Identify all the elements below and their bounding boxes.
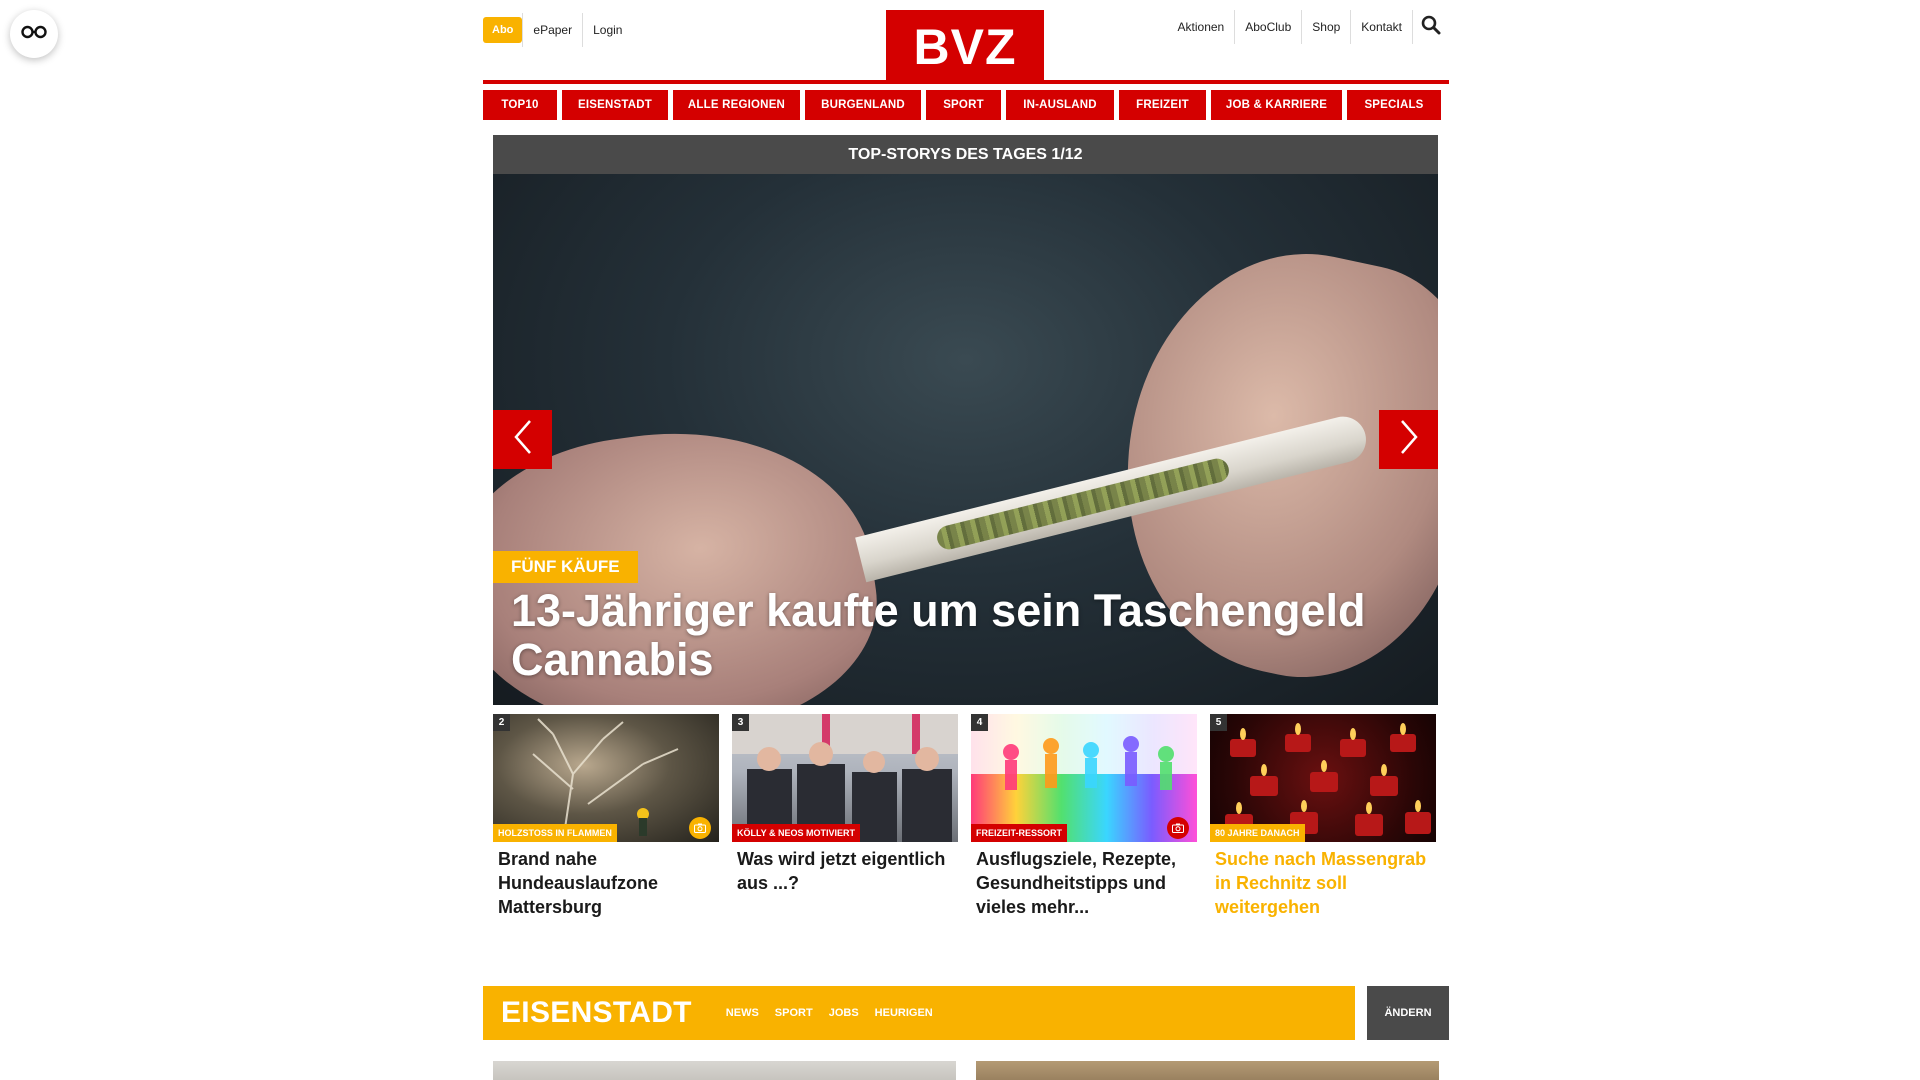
aktionen-link[interactable]: Aktionen [1168, 10, 1236, 44]
story-kicker: KÖLLY & NEOS MOTIVIERT [732, 824, 861, 842]
page-container: Abo ePaper Login BVZ Aktionen AboClub Sh… [483, 0, 1449, 1080]
region-teaser-image[interactable] [493, 1061, 956, 1080]
slider-prev-button[interactable] [493, 410, 552, 469]
story-card[interactable]: 3 KÖLLY & NEOS MOTIVIERT Was wird jetzt … [732, 714, 958, 919]
region-title[interactable]: EISENSTADT [483, 996, 692, 1030]
camera-icon [1167, 817, 1189, 839]
story-card[interactable]: 5 80 JAHRE DANACH Suche nach Massengrab … [1210, 714, 1436, 919]
region-link-news[interactable]: NEWS [726, 1007, 759, 1019]
nav-item-eisenstadt[interactable]: EISENSTADT [562, 90, 668, 120]
nav-item-top10[interactable]: TOP10 [483, 90, 557, 120]
story-rank: 2 [493, 714, 510, 731]
chevron-left-icon [513, 419, 533, 460]
nav-item-in-ausland[interactable]: IN-AUSLAND [1006, 90, 1114, 120]
hero-kicker: FÜNF KÄUFE [493, 551, 638, 583]
header-left-links: Abo ePaper Login [483, 13, 632, 47]
story-rank: 3 [732, 714, 749, 731]
search-icon [1421, 15, 1441, 40]
nav-item-burgenland[interactable]: BURGENLAND [805, 90, 921, 120]
story-kicker: HOLZSTOSS IN FLAMMEN [493, 824, 617, 842]
nav-item-freizeit[interactable]: FREIZEIT [1119, 90, 1206, 120]
story-image[interactable]: 2 HOLZSTOSS IN FLAMMEN [493, 714, 719, 842]
story-rank: 4 [971, 714, 988, 731]
region-teaser-image[interactable] [976, 1061, 1439, 1080]
camera-icon [689, 817, 711, 839]
story-rank: 5 [1210, 714, 1227, 731]
region-link-jobs[interactable]: JOBS [829, 1007, 859, 1019]
story-image[interactable]: 4 FREIZEIT-RESSORT [971, 714, 1197, 842]
story-card[interactable]: 4 FREIZEIT-RESSORT Ausflugsziele, Rezept… [971, 714, 1197, 919]
header-right-links: Aktionen AboClub Shop Kontakt [1168, 10, 1449, 44]
epaper-link[interactable]: ePaper [522, 13, 582, 47]
nav-item-alle-regionen[interactable]: ALLE REGIONEN [673, 90, 800, 120]
shop-link[interactable]: Shop [1302, 10, 1352, 44]
abo-button[interactable]: Abo [483, 17, 523, 43]
region-teasers [493, 1061, 1439, 1080]
hero-headline[interactable]: 13-Jähriger kaufte um sein Taschengeld C… [511, 586, 1411, 684]
story-kicker: 80 JAHRE DANACH [1210, 824, 1305, 842]
search-button[interactable] [1413, 10, 1449, 44]
story-image[interactable]: 3 KÖLLY & NEOS MOTIVIERT [732, 714, 958, 842]
nav-item-job-karriere[interactable]: JOB & KARRIERE [1211, 90, 1342, 120]
region-section: EISENSTADT NEWS SPORT JOBS HEURIGEN ÄNDE… [483, 986, 1449, 1040]
region-bar: EISENSTADT NEWS SPORT JOBS HEURIGEN [483, 986, 1355, 1040]
top-stories-slider: TOP-STORYS DES TAGES 1/12 FÜNF KÄUFE 13-… [493, 135, 1438, 705]
region-link-sport[interactable]: SPORT [775, 1007, 813, 1019]
story-cards: 2 HOLZSTOSS IN FLAMMEN Brand nahe Hundea… [493, 714, 1439, 919]
slider-next-button[interactable] [1379, 410, 1438, 469]
glasses-icon [21, 25, 47, 44]
chevron-right-icon [1399, 419, 1419, 460]
accessibility-button[interactable] [10, 10, 58, 58]
story-title[interactable]: Ausflugsziele, Rezepte, Gesundheitstipps… [971, 842, 1197, 919]
aboclub-link[interactable]: AboClub [1235, 10, 1303, 44]
main-nav: TOP10 EISENSTADT ALLE REGIONEN BURGENLAN… [483, 90, 1449, 120]
nav-item-sport[interactable]: SPORT [926, 90, 1001, 120]
change-region-button[interactable]: ÄNDERN [1367, 986, 1449, 1040]
story-image[interactable]: 5 80 JAHRE DANACH [1210, 714, 1436, 842]
header: Abo ePaper Login BVZ Aktionen AboClub Sh… [483, 0, 1449, 84]
kontakt-link[interactable]: Kontakt [1351, 10, 1413, 44]
nav-item-specials[interactable]: SPECIALS [1347, 90, 1441, 120]
story-title[interactable]: Brand nahe Hundeauslaufzone Mattersburg [493, 842, 719, 919]
story-title[interactable]: Was wird jetzt eigentlich aus ...? [732, 842, 958, 895]
site-logo[interactable]: BVZ [886, 10, 1044, 84]
slider-header: TOP-STORYS DES TAGES 1/12 [493, 135, 1438, 174]
story-kicker: FREIZEIT-RESSORT [971, 824, 1068, 842]
hero-story[interactable]: FÜNF KÄUFE 13-Jähriger kaufte um sein Ta… [493, 174, 1438, 705]
story-title[interactable]: Suche nach Massengrab in Rechnitz soll w… [1210, 842, 1436, 919]
region-link-heurigen[interactable]: HEURIGEN [875, 1007, 933, 1019]
login-link[interactable]: Login [582, 13, 632, 47]
story-card[interactable]: 2 HOLZSTOSS IN FLAMMEN Brand nahe Hundea… [493, 714, 719, 919]
